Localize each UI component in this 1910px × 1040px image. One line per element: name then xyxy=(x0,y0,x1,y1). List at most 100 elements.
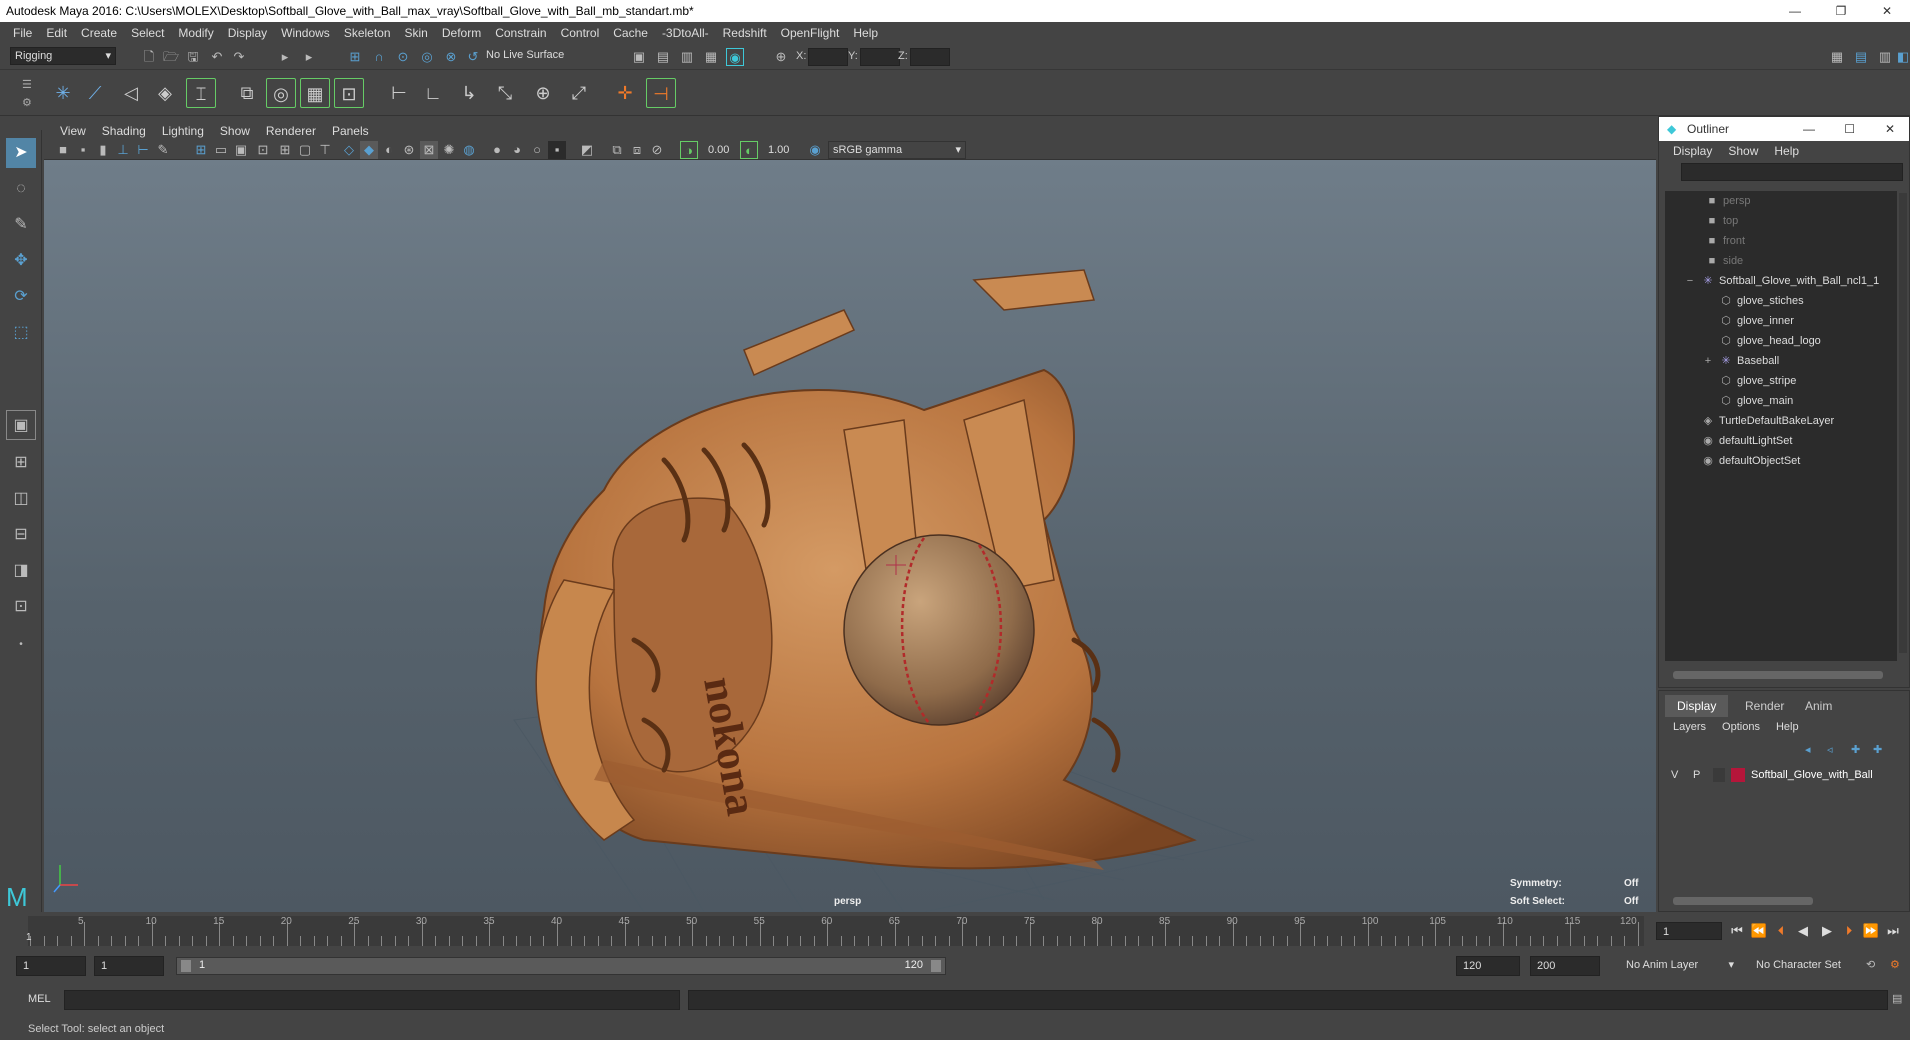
persp-outliner-icon[interactable]: ◫ xyxy=(6,484,36,514)
viewport-persp[interactable]: nokona persp Symmetry: Off Soft Select: … xyxy=(44,160,1656,912)
shadows-icon[interactable]: ✺ xyxy=(440,141,458,159)
safe-title-icon[interactable]: ⊤ xyxy=(316,141,334,159)
undo-icon[interactable]: ↶ xyxy=(208,48,226,66)
outliner-minimize-button[interactable]: — xyxy=(1803,117,1815,141)
depth-of-field-icon[interactable]: ○ xyxy=(528,141,546,159)
smooth-bind-icon[interactable]: ◎ xyxy=(266,78,296,108)
panel-menu-lighting[interactable]: Lighting xyxy=(154,124,212,138)
bookmark-icon[interactable]: ▮ xyxy=(94,141,112,159)
panel-menu-renderer[interactable]: Renderer xyxy=(258,124,324,138)
panel-menu-panels[interactable]: Panels xyxy=(324,124,377,138)
grease-pencil-icon[interactable]: ✎ xyxy=(154,141,172,159)
layer-menu-layers[interactable]: Layers xyxy=(1665,721,1714,733)
script-editor-icon[interactable]: ▤ xyxy=(1892,992,1902,1005)
outliner-item-glove-head-logo[interactable]: ⬡ glove_head_logo xyxy=(1719,331,1821,351)
snap-point-icon[interactable]: ⊙ xyxy=(394,48,412,66)
layer-color-swatch[interactable] xyxy=(1731,768,1745,782)
mirror-joint-icon[interactable]: ◈ xyxy=(150,78,180,108)
isolate-select-icon[interactable]: ▪ xyxy=(548,141,566,159)
transform-mode-icon[interactable]: ⊕ xyxy=(772,48,790,66)
persp-graph-icon[interactable]: ⊟ xyxy=(6,520,36,550)
gate-mask-icon[interactable]: ⊡ xyxy=(254,141,272,159)
outliner-menu-display[interactable]: Display xyxy=(1665,144,1720,158)
ik-handle-icon[interactable]: ⟋ xyxy=(80,78,110,108)
step-forward-icon[interactable]: ⏩ xyxy=(1862,921,1880,941)
command-language[interactable]: MEL xyxy=(28,993,51,1005)
layer-name[interactable]: Softball_Glove_with_Ball xyxy=(1751,765,1873,785)
go-to-start-icon[interactable]: ⏮ xyxy=(1728,921,1746,941)
exposure-icon[interactable]: ◑ xyxy=(680,141,698,159)
locator-icon[interactable]: ✛ xyxy=(610,78,640,108)
modeling-toolkit-icon[interactable]: ▦ xyxy=(1828,48,1846,66)
menu-redshift[interactable]: Redshift xyxy=(716,26,774,40)
expand-icon[interactable]: + xyxy=(1701,351,1715,371)
four-view-icon[interactable]: ⊞ xyxy=(6,448,36,478)
time-slider[interactable]: 5 10 15 20 25 30 35 40 45 50 55 60 65 70 75 80 85 90 95 100… xyxy=(26,916,1644,946)
menu-3dtoall[interactable]: -3DtoAll- xyxy=(655,26,716,40)
color-space-dropdown[interactable]: sRGB gamma ▾ xyxy=(828,141,966,159)
gamma-icon[interactable]: ◐ xyxy=(740,141,758,159)
exposure-field[interactable]: 0.00 xyxy=(702,141,736,159)
x-field[interactable] xyxy=(808,48,848,66)
cluster-icon[interactable]: ⊡ xyxy=(334,78,364,108)
start-time-field[interactable]: 1 xyxy=(16,956,86,976)
y-field[interactable] xyxy=(860,48,900,66)
xray-components-icon[interactable]: ⧈ xyxy=(628,141,646,159)
safe-action-icon[interactable]: ▢ xyxy=(296,141,314,159)
rotate-tool-icon[interactable]: ⟳ xyxy=(6,282,36,312)
panel-menu-view[interactable]: View xyxy=(52,124,94,138)
backface-culling-icon[interactable]: ⊘ xyxy=(648,141,666,159)
anim-prefs-icon[interactable]: ⚙ xyxy=(1890,958,1900,971)
character-set-dropdown[interactable]: No Character Set xyxy=(1752,956,1864,976)
z-field[interactable] xyxy=(910,48,950,66)
snap-grid-icon[interactable]: ⊞ xyxy=(346,48,364,66)
outliner-v-scrollbar[interactable] xyxy=(1899,193,1907,653)
outliner-item-front[interactable]: ■ front xyxy=(1705,231,1745,251)
wireframe-on-shaded-icon[interactable]: ◐ xyxy=(380,141,398,159)
move-layer-down-icon[interactable]: ◃ xyxy=(1827,743,1833,756)
menu-constrain[interactable]: Constrain xyxy=(488,26,553,40)
image-plane-icon[interactable]: ⊥ xyxy=(114,141,132,159)
new-layer-icon[interactable]: ✚ xyxy=(1851,743,1860,756)
menu-display[interactable]: Display xyxy=(221,26,274,40)
range-start-handle[interactable] xyxy=(181,960,191,972)
layout-more-icon[interactable]: • xyxy=(6,630,36,660)
new-layer-selected-icon[interactable]: ✚ xyxy=(1873,743,1882,756)
outliner-item-default-object-set[interactable]: ◉ defaultObjectSet xyxy=(1701,451,1800,471)
wireframe-icon[interactable]: ◇ xyxy=(340,141,358,159)
menu-modify[interactable]: Modify xyxy=(171,26,220,40)
ik-spline-icon[interactable]: ◁ xyxy=(116,78,146,108)
tab-render[interactable]: Render xyxy=(1733,695,1796,717)
set-driven-key-icon[interactable]: ⊣ xyxy=(646,78,676,108)
snap-live-icon[interactable]: ⊗ xyxy=(442,48,460,66)
render-settings-icon[interactable]: ▦ xyxy=(702,48,720,66)
layer-row[interactable]: V P Softball_Glove_with_Ball xyxy=(1665,765,1897,785)
hypershade-icon[interactable]: ◉ xyxy=(726,48,744,66)
outliner-h-scrollbar[interactable] xyxy=(1673,671,1883,679)
lasso-tool-icon[interactable]: ◌ xyxy=(6,174,36,204)
ipr-render-icon[interactable]: ▥ xyxy=(678,48,696,66)
layer-menu-help[interactable]: Help xyxy=(1768,721,1807,733)
select-tool-icon[interactable]: ➤ xyxy=(6,138,36,168)
tool-settings-icon[interactable]: ▥ xyxy=(1876,48,1894,66)
current-frame-field[interactable]: 1 xyxy=(1656,922,1722,940)
auto-key-icon[interactable]: ⟲ xyxy=(1866,958,1875,971)
menu-cache[interactable]: Cache xyxy=(606,26,655,40)
select-object-icon[interactable]: ▸ xyxy=(300,48,318,66)
orient-joint-icon[interactable]: ⌶ xyxy=(186,78,216,108)
open-scene-icon[interactable]: 🗁 xyxy=(162,48,180,66)
new-scene-icon[interactable]: 🗋 xyxy=(140,48,158,66)
restore-button[interactable]: ❐ xyxy=(1818,0,1864,22)
snap-surface-icon[interactable]: ↺ xyxy=(464,48,482,66)
anti-aliasing-icon[interactable]: ◕ xyxy=(508,141,526,159)
menu-file[interactable]: File xyxy=(6,26,39,40)
textured-icon[interactable]: ⊛ xyxy=(400,141,418,159)
menu-deform[interactable]: Deform xyxy=(435,26,488,40)
outliner-item-glove-main[interactable]: ⬡ glove_main xyxy=(1719,391,1793,411)
save-scene-icon[interactable]: 🖫 xyxy=(184,48,202,66)
layer-visibility-toggle[interactable]: V xyxy=(1671,765,1678,785)
outliner-item-glove-stiches[interactable]: ⬡ glove_stiches xyxy=(1719,291,1803,311)
outliner-item-turtle-bake-layer[interactable]: ◈ TurtleDefaultBakeLayer xyxy=(1701,411,1834,431)
outliner-item-persp[interactable]: ■ persp xyxy=(1705,191,1751,211)
outliner-item-glove-inner[interactable]: ⬡ glove_inner xyxy=(1719,311,1794,331)
